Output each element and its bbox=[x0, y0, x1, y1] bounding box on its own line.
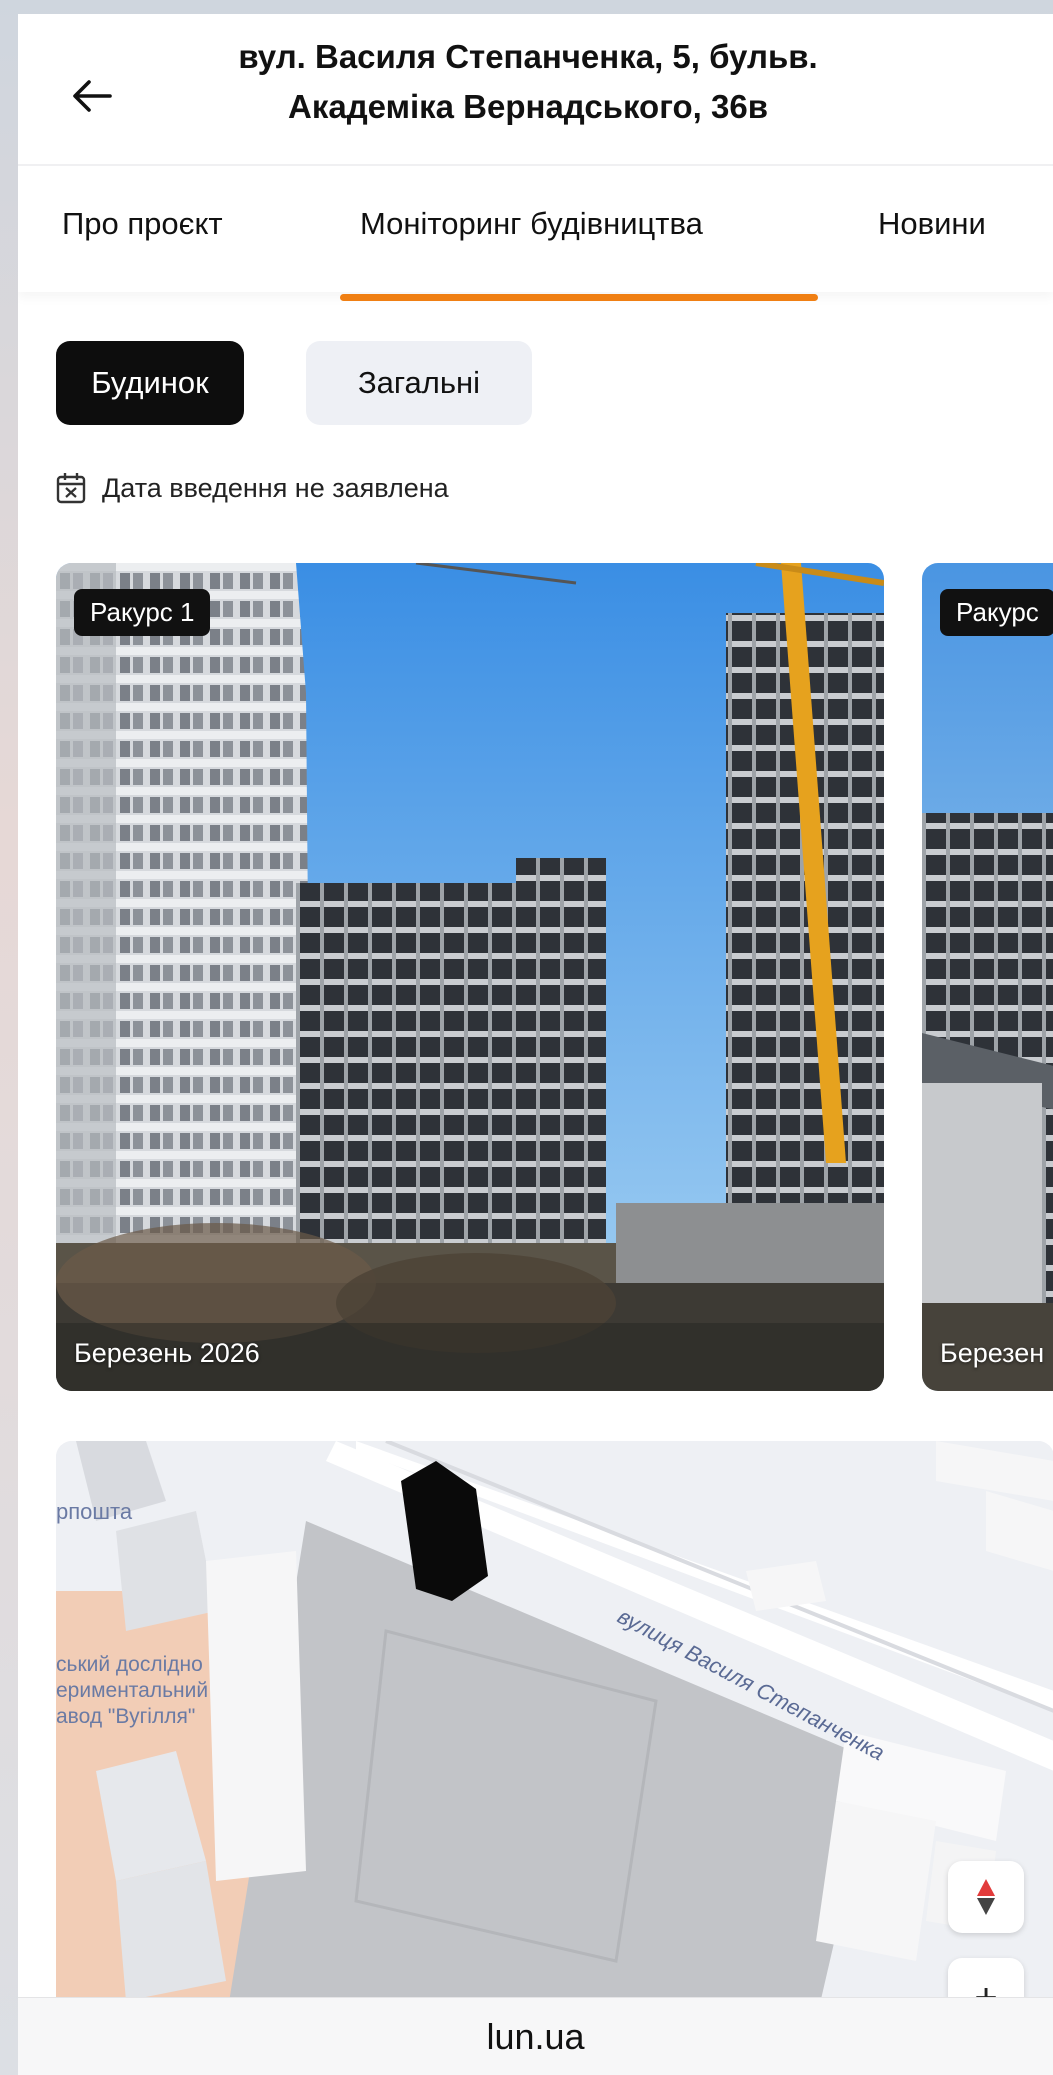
photo-angle-label: Ракурс bbox=[940, 589, 1053, 636]
photo-card-1[interactable]: Ракурс 1 Березень 2026 bbox=[56, 563, 884, 1391]
chip-building[interactable]: Будинок bbox=[56, 341, 244, 425]
construction-photo bbox=[56, 563, 884, 1391]
date-notice-text: Дата введення не заявлена bbox=[102, 472, 449, 503]
app-frame: вул. Василя Степанченка, 5, бульв. Акаде… bbox=[18, 14, 1053, 2075]
tab-news[interactable]: Новини bbox=[878, 206, 986, 242]
tab-construction-monitoring[interactable]: Моніторинг будівництва bbox=[360, 206, 703, 242]
map-plant-label-1: ський дослідно bbox=[56, 1653, 203, 1676]
header: вул. Василя Степанченка, 5, бульв. Акаде… bbox=[18, 14, 1053, 166]
back-button[interactable] bbox=[62, 66, 122, 126]
chip-general[interactable]: Загальні bbox=[306, 341, 532, 425]
photo-card-2[interactable]: Ракурс Березен bbox=[922, 563, 1053, 1391]
map-canvas: вулиця Василя Степанченка рпошта ський д… bbox=[56, 1441, 1053, 2021]
tab-bar: Про проєкт Моніторинг будівництва Новини bbox=[18, 166, 1053, 292]
map-plant-label-2: ериментальний bbox=[56, 1679, 208, 1702]
active-tab-indicator bbox=[340, 294, 818, 301]
compass-icon bbox=[977, 1879, 995, 1915]
compass-button[interactable] bbox=[948, 1861, 1024, 1933]
map-view[interactable]: вулиця Василя Степанченка рпошта ський д… bbox=[56, 1441, 1053, 2021]
domain-label: lun.ua bbox=[486, 2016, 585, 2057]
title-line-1: вул. Василя Степанченка, 5, бульв. bbox=[238, 38, 818, 75]
map-post-label: рпошта bbox=[56, 1499, 133, 1524]
calendar-x-icon bbox=[56, 473, 86, 504]
photo-date: Березен bbox=[940, 1338, 1045, 1368]
page-title: вул. Василя Степанченка, 5, бульв. Акаде… bbox=[148, 32, 908, 132]
map-plant-label-3: авод "Вугілля" bbox=[56, 1705, 195, 1728]
tab-about[interactable]: Про проєкт bbox=[62, 206, 223, 242]
title-line-2: Академіка Вернадського, 36в bbox=[288, 88, 768, 125]
photo-date: Березень 2026 bbox=[74, 1338, 260, 1368]
photo-angle-label: Ракурс 1 bbox=[74, 589, 211, 636]
browser-domain-bar: lun.ua bbox=[18, 1997, 1053, 2075]
date-notice: Дата введення не заявлена bbox=[56, 468, 449, 508]
construction-photo bbox=[922, 563, 1053, 1391]
arrow-left-icon bbox=[73, 80, 112, 112]
